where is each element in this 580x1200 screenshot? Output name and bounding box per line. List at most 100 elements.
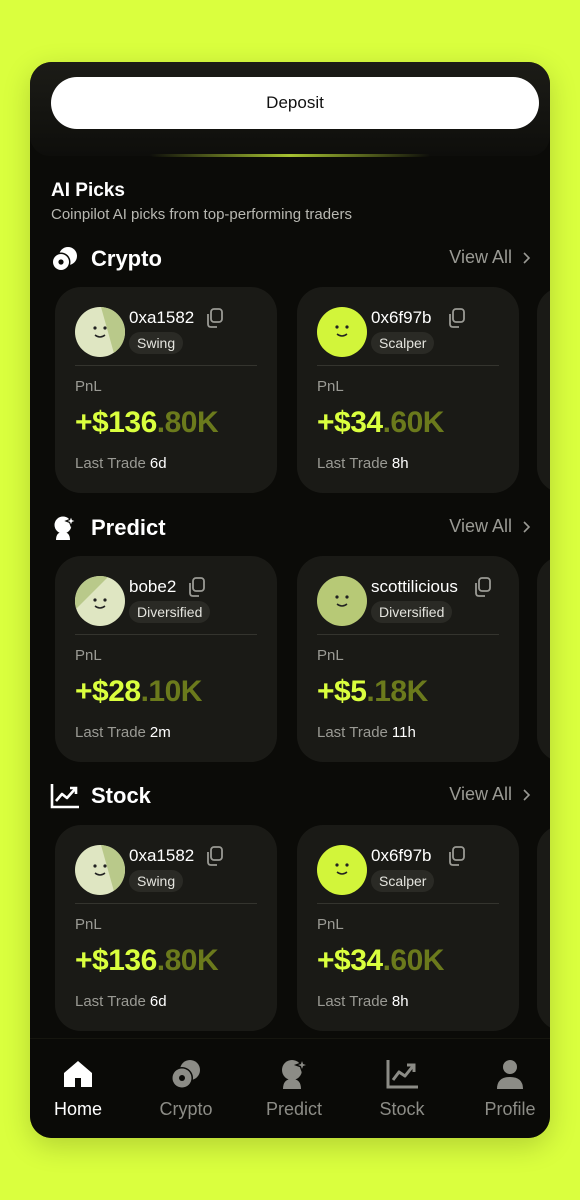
pnl-value: +$28.10K (75, 675, 202, 709)
trader-card[interactable]: 0xa1582 Swing PnL +$136.80K Last Trade 6d (55, 825, 277, 1031)
trader-card[interactable]: 0x6f97b Scalper PnL +$34.60K Last Trade 8… (297, 287, 519, 493)
section-header-predict: Predict View All (30, 510, 550, 546)
section-title: Crypto (91, 246, 162, 271)
pnl-main: +$34 (317, 406, 383, 439)
last-trade-label: Last Trade (317, 993, 388, 1010)
crystal-ball-icon (54, 514, 78, 540)
card-divider (317, 365, 499, 366)
card-row-predict: bobe2 Diversified PnL +$28.10K Last Trad… (30, 556, 550, 762)
section-title: Predict (91, 515, 166, 540)
crystal-ball-icon (282, 1057, 311, 1089)
chevron-right-icon (523, 251, 531, 264)
chevron-right-icon (523, 788, 531, 801)
strategy-badge: Diversified (371, 601, 453, 623)
bottom-nav: Home Crypto Predict Stock Profile (30, 1038, 550, 1138)
deposit-glow-divider (150, 154, 430, 157)
card-row-stock: 0xa1582 Swing PnL +$136.80K Last Trade 6d… (30, 825, 550, 1031)
card-divider (75, 365, 257, 366)
nav-stock[interactable]: Stock (352, 1057, 452, 1127)
last-trade-value: 8h (391, 455, 409, 472)
last-trade-label: Last Trade (75, 724, 146, 741)
strategy-badge: Scalper (371, 332, 435, 354)
nav-home[interactable]: Home (30, 1057, 128, 1127)
view-all-label: View All (449, 516, 512, 536)
nav-label: Stock (379, 1099, 425, 1119)
trader-card-partial[interactable] (537, 287, 550, 493)
copy-icon[interactable] (187, 576, 207, 598)
view-all-link[interactable]: View All (449, 247, 532, 268)
pnl-main: +$28 (75, 675, 141, 708)
trader-card[interactable]: 0x6f97b Scalper PnL +$34.60K Last Trade 8… (297, 825, 519, 1031)
avatar (75, 576, 125, 626)
trader-card[interactable]: 0xa1582 Swing PnL +$136.80K Last Trade 6d (55, 287, 277, 493)
avatar (75, 307, 125, 357)
nav-label: Predict (265, 1099, 323, 1119)
avatar (317, 845, 367, 895)
trader-handle: 0x6f97b (371, 308, 432, 327)
chart-icon (386, 1060, 418, 1089)
pnl-label: PnL (317, 916, 344, 933)
trader-card-partial[interactable] (537, 556, 550, 762)
pnl-value: +$5.18K (317, 675, 428, 709)
trader-handle: bobe2 (129, 577, 177, 596)
copy-icon[interactable] (205, 845, 225, 867)
trader-card[interactable]: scottilicious Diversified PnL +$5.18K La… (297, 556, 519, 762)
last-trade-label: Last Trade (317, 455, 388, 472)
trader-card[interactable]: bobe2 Diversified PnL +$28.10K Last Trad… (55, 556, 277, 762)
copy-icon[interactable] (473, 576, 493, 598)
last-trade-value: 11h (391, 724, 416, 741)
pnl-decimal: .80K (156, 944, 219, 977)
section-title: Stock (91, 783, 151, 808)
nav-label: Home (53, 1099, 102, 1119)
section-header-crypto: Crypto View All (30, 241, 550, 277)
avatar (75, 845, 125, 895)
deposit-panel: Deposit (30, 62, 550, 156)
card-divider (317, 903, 499, 904)
card-row-crypto: 0xa1582 Swing PnL +$136.80K Last Trade 6d… (30, 287, 550, 493)
nav-crypto[interactable]: Crypto (136, 1057, 236, 1127)
pnl-label: PnL (75, 647, 102, 664)
copy-icon[interactable] (447, 307, 467, 329)
pnl-main: +$34 (317, 944, 383, 977)
view-all-link[interactable]: View All (449, 516, 532, 537)
deposit-button[interactable]: Deposit (51, 77, 539, 129)
chart-icon (50, 784, 79, 809)
home-icon (64, 1061, 92, 1087)
last-trade: Last Trade 6d (75, 993, 167, 1010)
card-divider (75, 903, 257, 904)
pnl-label: PnL (75, 378, 102, 395)
last-trade-value: 6d (149, 455, 167, 472)
card-divider (75, 634, 257, 635)
trader-handle: scottilicious (371, 577, 458, 596)
pnl-value: +$136.80K (75, 406, 219, 440)
nav-profile[interactable]: Profile (460, 1057, 550, 1127)
ai-picks-title: AI Picks (51, 180, 125, 201)
last-trade-label: Last Trade (317, 724, 388, 741)
copy-icon[interactable] (447, 845, 467, 867)
trader-handle: 0xa1582 (129, 846, 195, 865)
pnl-label: PnL (75, 916, 102, 933)
last-trade-value: 8h (391, 993, 409, 1010)
nav-label: Profile (484, 1099, 536, 1119)
pnl-decimal: .60K (382, 406, 445, 439)
view-all-label: View All (449, 784, 512, 804)
pnl-value: +$136.80K (75, 944, 219, 978)
pnl-label: PnL (317, 378, 344, 395)
last-trade-label: Last Trade (75, 993, 146, 1010)
avatar (317, 576, 367, 626)
nav-label: Crypto (159, 1099, 213, 1119)
last-trade-value: 6d (149, 993, 167, 1010)
trader-card-partial[interactable] (537, 825, 550, 1031)
pnl-value: +$34.60K (317, 944, 444, 978)
coins-icon (171, 1060, 200, 1089)
pnl-main: +$136 (75, 944, 157, 977)
ai-picks-subtitle: Coinpilot AI picks from top-performing t… (51, 206, 352, 223)
last-trade: Last Trade 8h (317, 993, 409, 1010)
section-header-stock: Stock View All (30, 778, 550, 814)
nav-predict[interactable]: Predict (244, 1057, 344, 1127)
copy-icon[interactable] (205, 307, 225, 329)
last-trade: Last Trade 2m (75, 724, 171, 741)
coins-icon (51, 247, 77, 272)
pnl-decimal: .10K (140, 675, 203, 708)
view-all-link[interactable]: View All (449, 784, 532, 805)
